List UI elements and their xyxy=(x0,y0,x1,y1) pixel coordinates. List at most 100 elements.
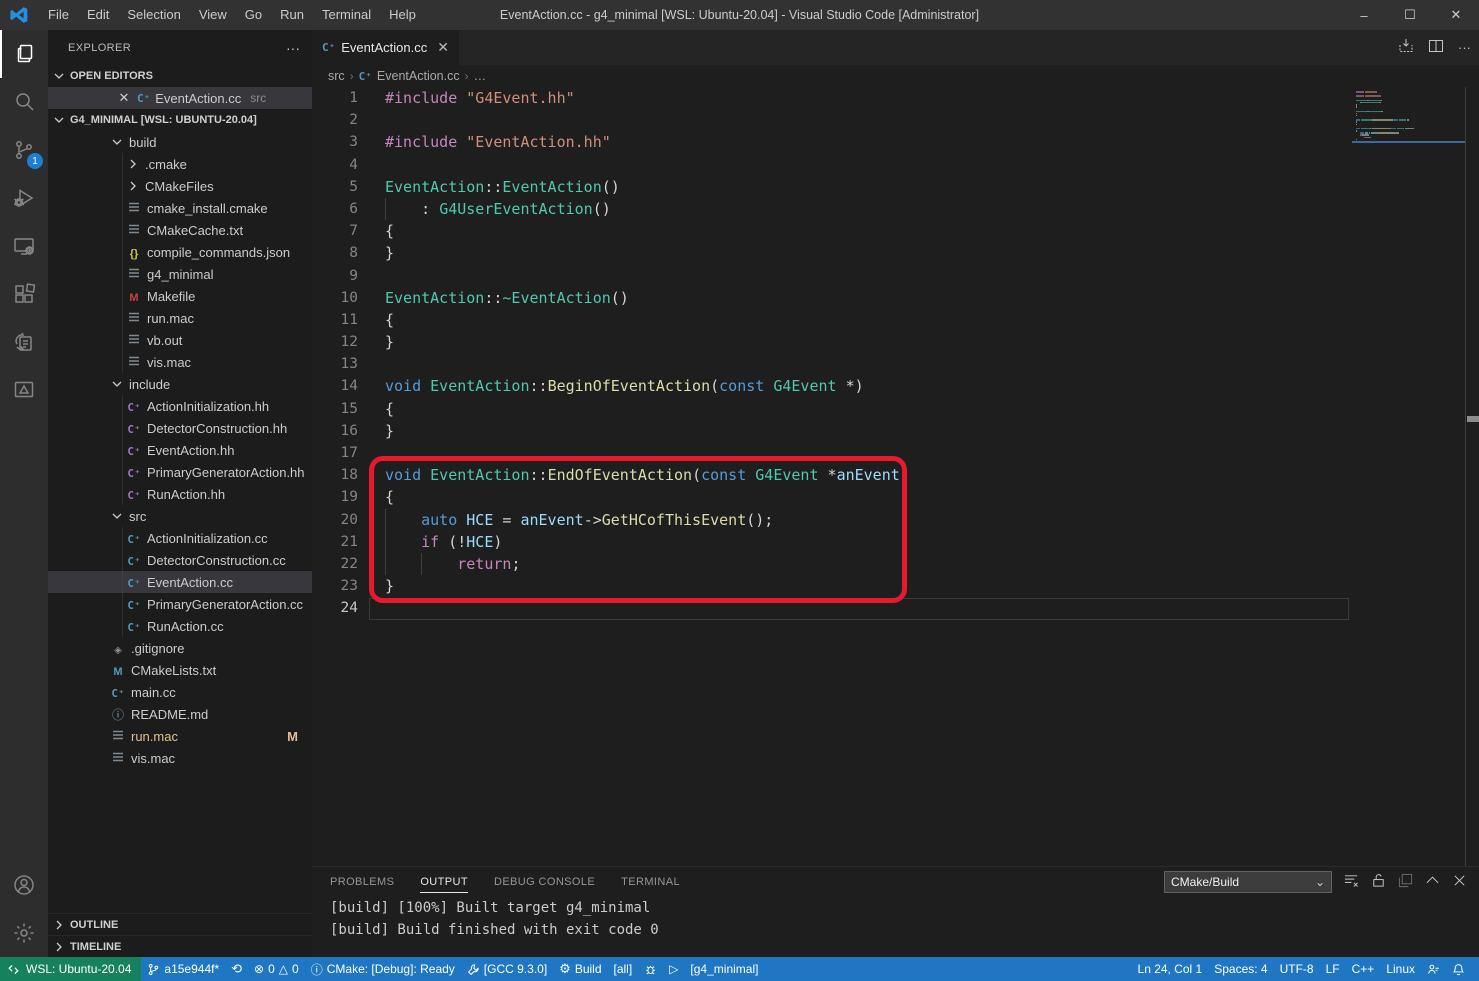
menu-run[interactable]: Run xyxy=(271,0,313,30)
tree-item-cmake-install-cmake[interactable]: cmake_install.cmake xyxy=(48,197,312,219)
tree-item-run-mac[interactable]: run.mac xyxy=(48,307,312,329)
breadcrumb-item[interactable]: … xyxy=(474,69,487,83)
activity-extensions-icon[interactable] xyxy=(0,270,48,318)
menu-go[interactable]: Go xyxy=(236,0,271,30)
tree-item-vb-out[interactable]: vb.out xyxy=(48,329,312,351)
tree-item-compile-commands-json[interactable]: {}compile_commands.json xyxy=(48,241,312,263)
unlock-icon[interactable] xyxy=(1371,873,1386,891)
output-channel-dropdown[interactable]: CMake/Build ⌄ xyxy=(1164,871,1332,893)
statusbar-item--all-[interactable]: [all] xyxy=(608,957,639,981)
activity-account-icon[interactable] xyxy=(0,861,48,909)
tab-eventaction[interactable]: C⁺ EventAction.cc ✕ xyxy=(312,30,459,65)
menu-file[interactable]: File xyxy=(39,0,78,30)
panel-tab-output[interactable]: OUTPUT xyxy=(420,867,468,897)
menu-view[interactable]: View xyxy=(190,0,236,30)
split-editor-icon[interactable] xyxy=(1428,38,1444,57)
code-line-23: 23} xyxy=(312,575,1479,597)
statusbar-item-utf-8[interactable]: UTF-8 xyxy=(1274,957,1320,981)
remote-indicator[interactable]: WSL: Ubuntu-20.04 xyxy=(0,957,141,981)
menu-help[interactable]: Help xyxy=(380,0,425,30)
tree-item-cmakefiles[interactable]: CMakeFiles xyxy=(48,175,312,197)
tree-item-runaction-cc[interactable]: C⁺RunAction.cc xyxy=(48,615,312,637)
tree-item-runaction-hh[interactable]: C⁺RunAction.hh xyxy=(48,483,312,505)
menu-selection[interactable]: Selection xyxy=(118,0,189,30)
tree-item-actioninitialization-cc[interactable]: C⁺ActionInitialization.cc xyxy=(48,527,312,549)
statusbar-item-cmake-debug-ready[interactable]: ⓘCMake: [Debug]: Ready xyxy=(305,957,461,981)
statusbar-item-play[interactable]: ▷ xyxy=(663,957,684,981)
tree-item-detectorconstruction-hh[interactable]: C⁺DetectorConstruction.hh xyxy=(48,417,312,439)
tree-item-eventaction-cc[interactable]: C⁺EventAction.cc xyxy=(48,571,312,593)
statusbar-item--gcc-9-3-0-[interactable]: [GCC 9.3.0] xyxy=(461,957,553,981)
statusbar-item-sync[interactable]: ⟲ xyxy=(225,957,248,981)
tree-item-vis-mac[interactable]: vis.mac xyxy=(48,747,312,769)
tree-item-primarygeneratoraction-cc[interactable]: C⁺PrimaryGeneratorAction.cc xyxy=(48,593,312,615)
tree-item-eventaction-hh[interactable]: C⁺EventAction.hh xyxy=(48,439,312,461)
clear-output-icon[interactable] xyxy=(1344,873,1359,891)
tree-item-main-cc[interactable]: C⁺main.cc xyxy=(48,681,312,703)
open-editors-header[interactable]: OPEN EDITORS xyxy=(48,65,312,87)
breadcrumb-item[interactable]: EventAction.cc xyxy=(377,69,460,83)
tree-item-cmakelists-txt[interactable]: MCMakeLists.txt xyxy=(48,659,312,681)
activity-source-control-icon[interactable]: 1 xyxy=(0,126,48,174)
activity-cmake-icon[interactable] xyxy=(0,366,48,414)
tree-item-makefile[interactable]: MMakefile xyxy=(48,285,312,307)
workspace-folder-header[interactable]: G4_MINIMAL [WSL: UBUNTU-20.04] xyxy=(48,109,312,131)
run-build-icon[interactable] xyxy=(1398,38,1414,57)
activity-file-sync-icon[interactable] xyxy=(0,318,48,366)
tree-item-detectorconstruction-cc[interactable]: C⁺DetectorConstruction.cc xyxy=(48,549,312,571)
minimize-button[interactable]: – xyxy=(1341,0,1387,30)
tree-item-build[interactable]: build xyxy=(48,131,312,153)
statusbar-item-0[interactable]: ⊗0△0 xyxy=(248,957,305,981)
more-actions-icon[interactable]: ··· xyxy=(1458,40,1471,55)
tab-close-icon[interactable]: ✕ xyxy=(437,39,449,56)
statusbar-item-linux[interactable]: Linux xyxy=(1380,957,1421,981)
maximize-panel-icon[interactable] xyxy=(1425,873,1440,891)
tree-item-vis-mac[interactable]: vis.mac xyxy=(48,351,312,373)
tree-item-src[interactable]: src xyxy=(48,505,312,527)
minimap[interactable] xyxy=(1352,87,1465,387)
statusbar-item-bell[interactable] xyxy=(1446,957,1471,981)
close-panel-icon[interactable] xyxy=(1452,873,1467,891)
tree-indent-guide xyxy=(122,197,123,219)
statusbar-item-bug[interactable] xyxy=(638,957,663,981)
statusbar-item-ln-24-col-1[interactable]: Ln 24, Col 1 xyxy=(1132,957,1209,981)
section-timeline[interactable]: TIMELINE xyxy=(48,935,312,957)
tree-item--gitignore[interactable]: ◈.gitignore xyxy=(48,637,312,659)
tree-item-primarygeneratoraction-hh[interactable]: C⁺PrimaryGeneratorAction.hh xyxy=(48,461,312,483)
activity-remote-explorer-icon[interactable] xyxy=(0,222,48,270)
menu-terminal[interactable]: Terminal xyxy=(313,0,380,30)
statusbar-item-build[interactable]: ⚙Build xyxy=(553,957,607,981)
statusbar-item-feedback[interactable] xyxy=(1421,957,1446,981)
maximize-button[interactable]: ☐ xyxy=(1387,0,1433,30)
close-editor-icon[interactable]: ✕ xyxy=(116,90,132,106)
tree-item--cmake[interactable]: .cmake xyxy=(48,153,312,175)
tree-item-run-mac[interactable]: run.macM xyxy=(48,725,312,747)
activity-run-debug-icon[interactable] xyxy=(0,174,48,222)
open-editor-item[interactable]: ✕ C⁺EventAction.ccsrc xyxy=(48,87,312,109)
tree-item-include[interactable]: include xyxy=(48,373,312,395)
tree-item-readme-md[interactable]: ⓘREADME.md xyxy=(48,703,312,725)
menu-edit[interactable]: Edit xyxy=(78,0,118,30)
overview-ruler[interactable] xyxy=(1465,87,1479,866)
close-button[interactable]: ✕ xyxy=(1433,0,1479,30)
section-outline[interactable]: OUTLINE xyxy=(48,913,312,935)
statusbar-item-spaces-4[interactable]: Spaces: 4 xyxy=(1208,957,1273,981)
tree-item-actioninitialization-hh[interactable]: C⁺ActionInitialization.hh xyxy=(48,395,312,417)
activity-search-icon[interactable] xyxy=(0,78,48,126)
panel-tab-debug-console[interactable]: DEBUG CONSOLE xyxy=(494,867,595,897)
code-editor[interactable]: 1#include "G4Event.hh"23#include "EventA… xyxy=(312,87,1479,866)
explorer-more-actions-icon[interactable]: ··· xyxy=(286,40,300,56)
activity-settings-icon[interactable] xyxy=(0,909,48,957)
activity-explorer-icon[interactable] xyxy=(0,30,48,78)
panel-tab-problems[interactable]: PROBLEMS xyxy=(330,867,394,897)
statusbar-item--g4-minimal-[interactable]: [g4_minimal] xyxy=(684,957,764,981)
tree-item-cmakecache-txt[interactable]: CMakeCache.txt xyxy=(48,219,312,241)
output-log[interactable]: [build] [100%] Built target g4_minimal[b… xyxy=(312,897,1479,941)
statusbar-item-a15e944f-[interactable]: a15e944f* xyxy=(141,957,225,981)
panel-tab-terminal[interactable]: TERMINAL xyxy=(621,867,680,897)
tree-item-g4-minimal[interactable]: g4_minimal xyxy=(48,263,312,285)
open-in-editor-icon[interactable] xyxy=(1398,873,1413,891)
statusbar-item-lf[interactable]: LF xyxy=(1320,957,1346,981)
breadcrumb-item[interactable]: src xyxy=(328,69,345,83)
statusbar-item-c-[interactable]: C++ xyxy=(1346,957,1381,981)
